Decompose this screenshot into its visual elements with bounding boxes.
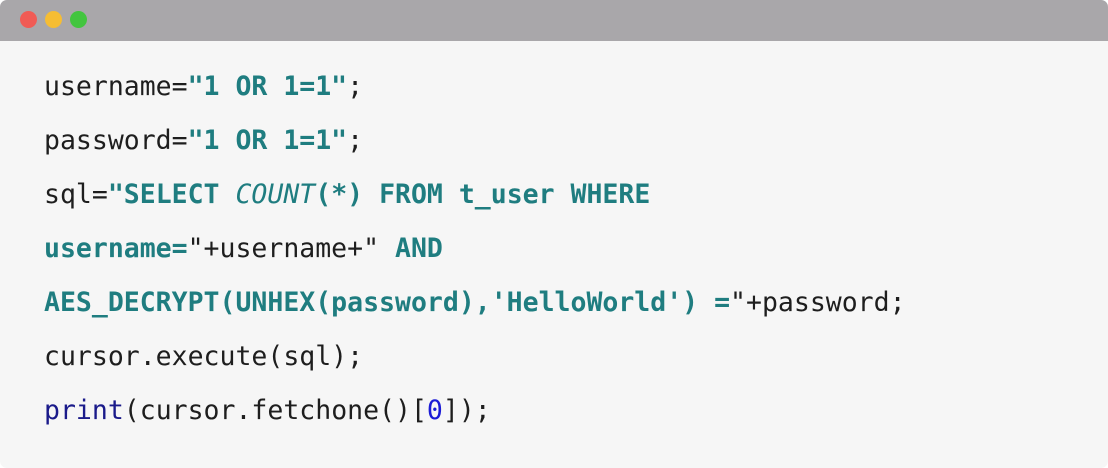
- code-line: sql="SELECT COUNT(*) FROM t_user WHERE: [44, 168, 906, 222]
- code-token-plain: ;: [347, 71, 364, 102]
- code-token-string: AES_DECRYPT(UNHEX(password),'HelloWorld'…: [44, 287, 731, 318]
- code-token-plain: (cursor.fetchone()[: [123, 395, 427, 426]
- code-token-keyword: print: [44, 395, 124, 426]
- code-token-plain: "+password;: [730, 287, 906, 318]
- code-token-plain: "+username+": [187, 233, 380, 264]
- code-line: cursor.execute(sql);: [44, 330, 906, 384]
- code-token-plain: sql=: [44, 179, 108, 210]
- code-token-number: 0: [426, 395, 443, 426]
- code-token-plain: username=: [44, 71, 188, 102]
- code-line: AES_DECRYPT(UNHEX(password),'HelloWorld'…: [44, 276, 906, 330]
- code-token-string: "1 OR 1=1": [187, 125, 348, 156]
- code-token-string: "SELECT: [107, 179, 236, 210]
- code-token-string: (*) FROM t_user WHERE: [315, 179, 651, 210]
- code-line: print(cursor.fetchone()[0]);: [44, 384, 906, 438]
- code-token-plain: cursor.execute(sql);: [44, 341, 364, 372]
- code-line: username="1 OR 1=1";: [44, 60, 906, 114]
- code-token-string: username=: [44, 233, 188, 264]
- code-token-string: AND: [379, 233, 443, 264]
- code-line: username="+username+" AND: [44, 222, 906, 276]
- code-token-plain: ;: [347, 125, 364, 156]
- code-window: username="1 OR 1=1"; password="1 OR 1=1";…: [0, 0, 1108, 468]
- close-window-button[interactable]: [20, 11, 37, 28]
- code-token-plain: ]);: [442, 395, 491, 426]
- maximize-window-button[interactable]: [70, 11, 87, 28]
- code-block: username="1 OR 1=1"; password="1 OR 1=1";…: [44, 60, 906, 438]
- code-token-string-italic: COUNT: [235, 179, 316, 210]
- code-token-string: "1 OR 1=1": [187, 71, 348, 102]
- code-line: password="1 OR 1=1";: [44, 114, 906, 168]
- minimize-window-button[interactable]: [45, 11, 62, 28]
- code-token-plain: password=: [44, 125, 188, 156]
- window-titlebar: [0, 0, 1108, 41]
